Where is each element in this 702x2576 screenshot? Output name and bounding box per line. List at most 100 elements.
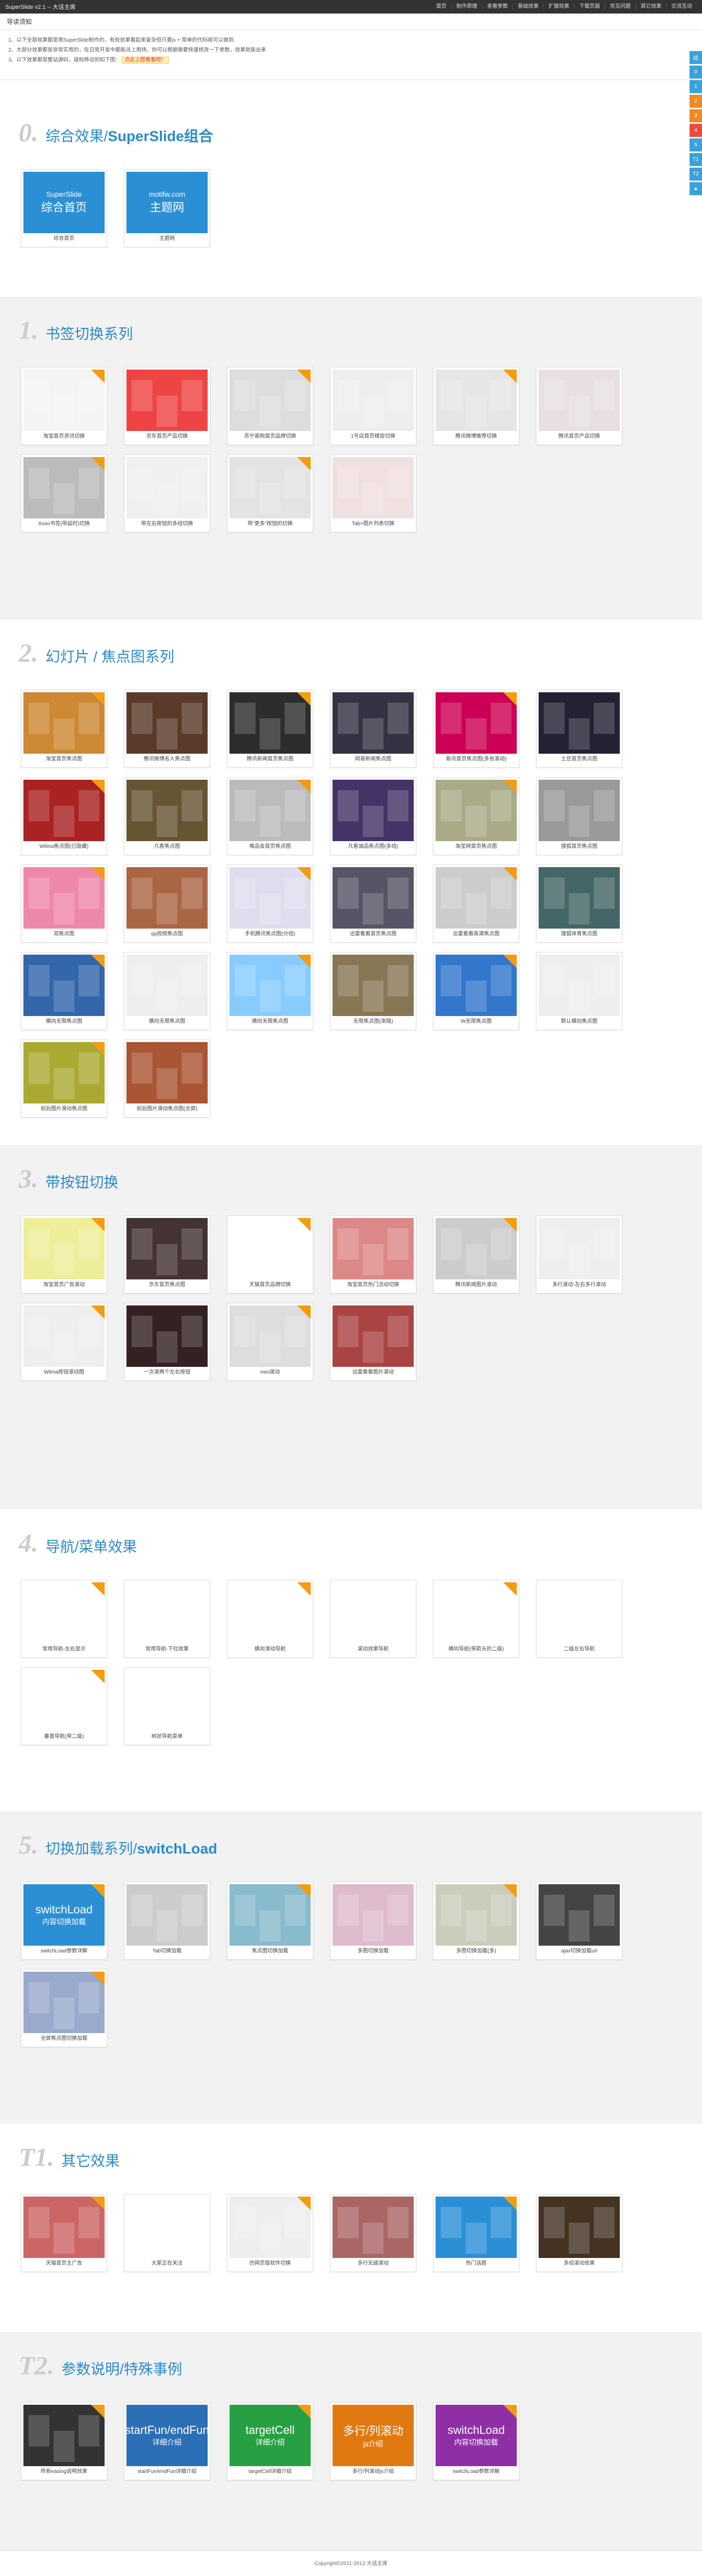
demo-card[interactable]: qq视频焦点图 bbox=[124, 865, 210, 943]
demo-card[interactable]: 淘宝首页热门活动切换 bbox=[330, 1215, 416, 1293]
demo-card[interactable]: 多行/列滚动 js介绍 多行/列滚动js介绍 bbox=[330, 2402, 416, 2480]
demo-card[interactable]: Tab切换加载 bbox=[124, 1882, 210, 1960]
demo-card[interactable]: 横向无限焦点图 bbox=[21, 952, 107, 1030]
demo-card[interactable]: motifw.com 主题网 主题网 bbox=[124, 169, 210, 247]
demo-card[interactable]: 焦点图切换加载 bbox=[227, 1882, 313, 1960]
demo-card[interactable]: 易讯首页焦点图(多张滚动) bbox=[433, 690, 519, 768]
top-nav-link[interactable]: 查看参数 bbox=[482, 4, 513, 10]
top-nav-link[interactable]: 制作原理 bbox=[451, 4, 482, 10]
demo-card[interactable]: 大家正在关注 bbox=[124, 2194, 210, 2272]
demo-card[interactable]: 所有easing说明效果 bbox=[21, 2402, 107, 2480]
demo-card[interactable]: 凡客焦点图 bbox=[124, 777, 210, 855]
top-nav-link[interactable]: 首页 bbox=[431, 4, 451, 10]
demo-card[interactable]: 树状导航菜单 bbox=[124, 1667, 210, 1745]
demo-card[interactable]: 带左右按钮的多组切换 bbox=[124, 454, 210, 532]
demo-card[interactable]: 搜狐体育焦点图 bbox=[536, 865, 622, 943]
demo-card[interactable]: 一次滚两个左右按钮 bbox=[124, 1303, 210, 1381]
demo-card[interactable]: switchLoad 内容切换加载 switchLoad参数详解 bbox=[433, 2402, 519, 2480]
card-caption: 二级左右导航 bbox=[564, 1646, 595, 1652]
top-nav-link[interactable]: 其它效果 bbox=[635, 4, 666, 10]
demo-card[interactable]: 全屏焦点图切换加载 bbox=[21, 1969, 107, 2047]
demo-card[interactable]: 淘宝首页资讯切换 bbox=[21, 367, 107, 445]
demo-card[interactable]: 无限焦点图(渐隐) bbox=[330, 952, 416, 1030]
demo-card[interactable]: 多行滚动-左右多行滚动 bbox=[536, 1215, 622, 1293]
top-nav-link[interactable]: 常见问题 bbox=[605, 4, 635, 10]
demo-card[interactable]: 滚动效果导航 bbox=[330, 1580, 416, 1658]
top-nav-link[interactable]: 下载页面 bbox=[574, 4, 605, 10]
demo-card[interactable]: 横向无限焦点图 bbox=[124, 952, 210, 1030]
demo-card[interactable]: 双焦点图 bbox=[21, 865, 107, 943]
demo-card[interactable]: Xoxo书签(带延时)切换 bbox=[21, 454, 107, 532]
top-nav-link[interactable]: 扩展效果 bbox=[543, 4, 574, 10]
card-caption: Tab+图片列表切换 bbox=[352, 521, 394, 527]
thumb-decor bbox=[285, 1228, 305, 1260]
demo-card[interactable]: 苏宁易购首页品牌切换 bbox=[227, 367, 313, 445]
thumb-decor bbox=[132, 2207, 152, 2238]
demo-card[interactable]: 凡客诚品焦点图(多组) bbox=[330, 777, 416, 855]
demo-card[interactable]: 手机腾讯焦点图(分组) bbox=[227, 865, 313, 943]
thumb-decor bbox=[79, 790, 99, 821]
demo-card[interactable]: 京东首页产品切换 bbox=[124, 367, 210, 445]
demo-card[interactable]: 腾讯新闻首页焦点图 bbox=[227, 690, 313, 768]
demo-card[interactable]: 横向无限焦点图 bbox=[227, 952, 313, 1030]
demo-card[interactable]: 腾讯微博名人焦点图 bbox=[124, 690, 210, 768]
demo-card[interactable]: targetCell 详细介绍 targetCell详细介绍 bbox=[227, 2402, 313, 2480]
demo-card[interactable]: 前后图片滑动焦点图 bbox=[21, 1039, 107, 1118]
thumb-decor bbox=[569, 1244, 590, 1275]
demo-card[interactable]: ajax切换加载url bbox=[536, 1882, 622, 1960]
top-nav-link[interactable]: 基础效果 bbox=[513, 4, 543, 10]
demo-card[interactable]: 淘宝网首页焦点图 bbox=[433, 777, 519, 855]
demo-card[interactable]: 腾讯首页产品切换 bbox=[536, 367, 622, 445]
demo-card[interactable]: SuperSlide 综合首页 综合首页 bbox=[21, 169, 107, 247]
demo-card[interactable]: switchLoad 内容切换加载 switchLoad参数详解 bbox=[21, 1882, 107, 1960]
demo-card[interactable]: 网易新闻焦点图 bbox=[330, 690, 416, 768]
demo-card[interactable]: W无限焦点图 bbox=[433, 952, 519, 1030]
demo-card[interactable]: 天猫首页主广告 bbox=[21, 2194, 107, 2272]
demo-card[interactable]: mini滚动 bbox=[227, 1303, 313, 1381]
demo-card[interactable]: 腾讯新闻图片滚动 bbox=[433, 1215, 519, 1293]
demo-card[interactable]: 带"更多"按钮的切换 bbox=[227, 454, 313, 532]
side-tab[interactable]: 1 bbox=[690, 80, 702, 93]
demo-card[interactable]: 淘宝首页焦点图 bbox=[21, 690, 107, 768]
demo-card[interactable]: 迅雷看看首页焦点图 bbox=[330, 865, 416, 943]
demo-card[interactable]: 土豆首页焦点图 bbox=[536, 690, 622, 768]
demo-card[interactable]: 京东首页焦点图 bbox=[124, 1215, 210, 1293]
demo-card[interactable]: 二级左右导航 bbox=[536, 1580, 622, 1658]
demo-card[interactable]: 迅雷看看图片滚动 bbox=[330, 1303, 416, 1381]
demo-card[interactable]: startFun/endFun 详细介绍 startFun/endFun详细介绍 bbox=[124, 2402, 210, 2480]
side-tab[interactable]: 综 bbox=[690, 51, 702, 64]
demo-card[interactable]: 迅雷看看高清焦点图 bbox=[433, 865, 519, 943]
card-caption: 凡客焦点图 bbox=[154, 844, 180, 849]
card-caption: 淘宝网首页焦点图 bbox=[455, 844, 497, 849]
demo-card[interactable]: 常用导航-左右显示 bbox=[21, 1580, 107, 1658]
demo-card[interactable]: 1号店首页楼层切换 bbox=[330, 367, 416, 445]
demo-card[interactable]: 仿网页版软件切换 bbox=[227, 2194, 313, 2272]
card-caption: 腾讯微博名人焦点图 bbox=[144, 756, 190, 762]
demo-card[interactable]: 腾讯微博推荐切换 bbox=[433, 367, 519, 445]
card-thumbnail bbox=[539, 2197, 620, 2258]
demo-card[interactable]: 横向滑动导航 bbox=[227, 1580, 313, 1658]
demo-card[interactable]: 搜狐首页焦点图 bbox=[536, 777, 622, 855]
note-highlight-link[interactable]: 点此上图看看吧！ bbox=[122, 57, 169, 64]
demo-card[interactable]: 唯品会首页焦点图 bbox=[227, 777, 313, 855]
demo-card[interactable]: 热门话题 bbox=[433, 2194, 519, 2272]
demo-card[interactable]: 多图切换加载(多) bbox=[433, 1882, 519, 1960]
demo-card[interactable]: 前后图片滑动焦点图(全屏) bbox=[124, 1039, 210, 1118]
demo-card[interactable]: 垂直导航(带二级) bbox=[21, 1667, 107, 1745]
demo-card[interactable]: Wilma焦点图(已隐藏) bbox=[21, 777, 107, 855]
demo-card[interactable]: 横向导航(带箭头的二级) bbox=[433, 1580, 519, 1658]
thumb-decor bbox=[54, 1068, 74, 1099]
demo-card[interactable]: 多图切换加载 bbox=[330, 1882, 416, 1960]
card-caption: Wilma按钮滚动图 bbox=[44, 1369, 84, 1375]
demo-card[interactable]: Wilma按钮滚动图 bbox=[21, 1303, 107, 1381]
demo-card[interactable]: 默认横向焦点图 bbox=[536, 952, 622, 1030]
demo-card[interactable]: Tab+图片列表切换 bbox=[330, 454, 416, 532]
demo-card[interactable]: 天猫首页品牌切换 bbox=[227, 1215, 313, 1293]
demo-card[interactable]: 多行无缝滚动 bbox=[330, 2194, 416, 2272]
thumb-decor bbox=[388, 1895, 409, 1926]
demo-card[interactable]: 淘宝首页广告滚动 bbox=[21, 1215, 107, 1293]
side-tab[interactable]: 0 bbox=[690, 66, 702, 79]
top-nav-link[interactable]: 交流互动 bbox=[666, 4, 697, 10]
demo-card[interactable]: 常用导航-下拉效果 bbox=[124, 1580, 210, 1658]
demo-card[interactable]: 多组滚动效果 bbox=[536, 2194, 622, 2272]
